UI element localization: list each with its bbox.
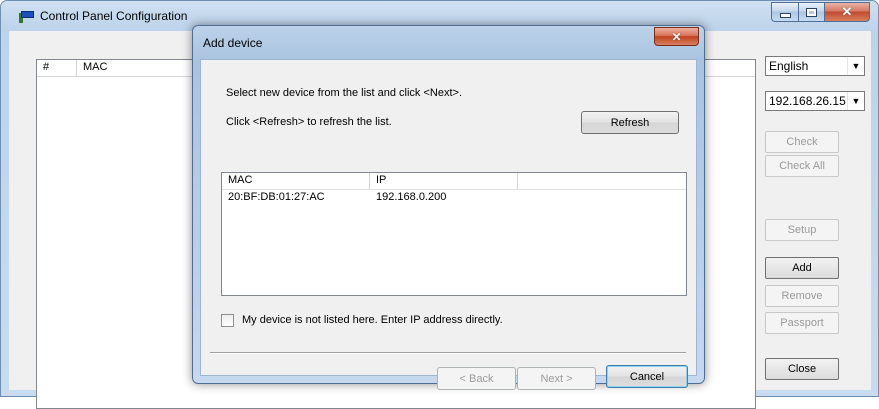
- window-controls: ✕: [771, 2, 870, 22]
- device-ip: 192.168.0.200: [376, 191, 447, 203]
- back-button[interactable]: < Back: [437, 367, 516, 390]
- language-select[interactable]: English ▼: [765, 56, 865, 76]
- passport-button[interactable]: Passport: [765, 312, 839, 334]
- instruction-text: Select new device from the list and clic…: [226, 87, 462, 99]
- dialog-client-area: Select new device from the list and clic…: [200, 59, 697, 390]
- next-button[interactable]: Next >: [517, 367, 596, 390]
- refresh-button[interactable]: Refresh: [581, 111, 679, 134]
- close-icon: ✕: [841, 4, 853, 19]
- maximize-icon: [806, 7, 817, 17]
- add-button[interactable]: Add: [765, 257, 839, 279]
- device-mac: 20:BF:DB:01:27:AC: [228, 191, 325, 203]
- right-panel: English ▼ 192.168.26.15 ▼ Check Check Al…: [759, 31, 871, 390]
- chevron-down-icon[interactable]: ▼: [847, 57, 864, 75]
- dialog-device-list-header: MAC IP: [222, 173, 686, 190]
- chevron-down-icon[interactable]: ▼: [847, 92, 864, 110]
- cancel-button[interactable]: Cancel: [606, 365, 688, 388]
- main-window-title: Control Panel Configuration: [40, 9, 188, 23]
- close-window-button[interactable]: ✕: [824, 2, 870, 22]
- ip-value: 192.168.26.15: [769, 94, 846, 108]
- minimize-button[interactable]: [771, 2, 798, 22]
- check-all-button[interactable]: Check All: [765, 155, 839, 177]
- app-icon: [19, 9, 34, 23]
- manual-ip-checkbox-label[interactable]: My device is not listed here. Enter IP a…: [242, 314, 503, 326]
- check-button[interactable]: Check: [765, 131, 839, 153]
- ip-select[interactable]: 192.168.26.15 ▼: [765, 91, 865, 111]
- minimize-icon: [779, 13, 791, 18]
- close-icon: ✕: [671, 29, 682, 44]
- column-header-mac[interactable]: MAC: [222, 173, 370, 189]
- add-device-dialog: Add device ✕ Select new device from the …: [192, 25, 705, 390]
- manual-ip-checkbox[interactable]: [221, 314, 234, 327]
- dialog-close-button[interactable]: ✕: [654, 27, 699, 46]
- maximize-button[interactable]: [798, 2, 824, 22]
- refresh-hint-text: Click <Refresh> to refresh the list.: [226, 116, 392, 128]
- column-header-ip[interactable]: IP: [370, 173, 518, 189]
- dialog-separator: [210, 352, 686, 354]
- column-header-number[interactable]: #: [37, 60, 77, 76]
- language-value: English: [769, 59, 809, 73]
- dialog-device-list[interactable]: MAC IP 20:BF:DB:01:27:AC 192.168.0.200: [221, 172, 687, 296]
- remove-button[interactable]: Remove: [765, 285, 839, 307]
- close-button[interactable]: Close: [765, 358, 839, 380]
- setup-button[interactable]: Setup: [765, 219, 839, 241]
- dialog-title: Add device: [203, 36, 263, 50]
- table-row[interactable]: 20:BF:DB:01:27:AC 192.168.0.200: [222, 190, 686, 205]
